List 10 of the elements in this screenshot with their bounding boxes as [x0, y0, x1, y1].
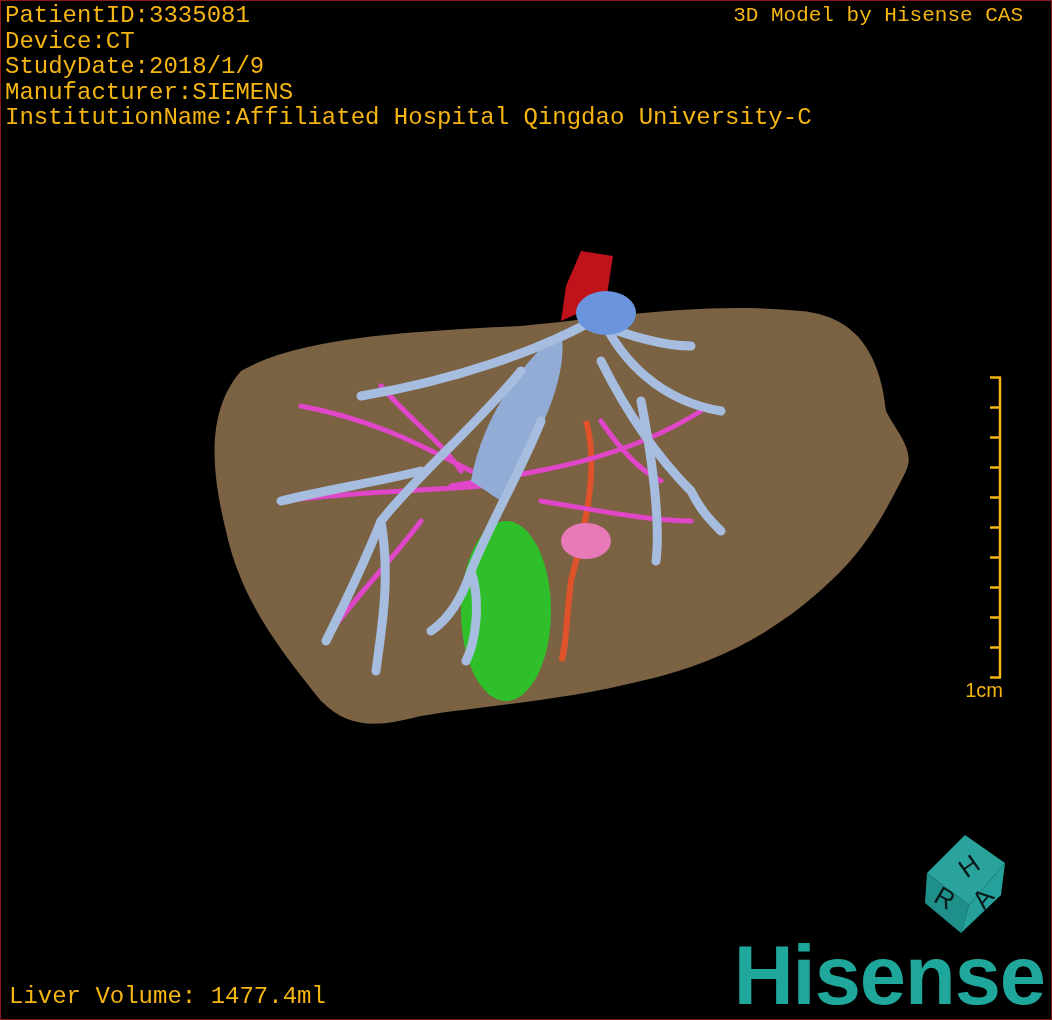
brand-logo: Hisense: [733, 943, 1045, 1009]
liver-volume-label: Liver Volume: 1477.4ml: [9, 983, 326, 1009]
study-info-line: PatientID:3335081: [5, 3, 250, 29]
study-info-line: Manufacturer:SIEMENS: [5, 79, 294, 105]
study-info-line: Device:CT: [5, 28, 135, 54]
study-info-line: InstitutionName:Affiliated Hospital Qingdao University-C: [5, 105, 812, 131]
cube-face-letter: A: [965, 881, 1001, 915]
study-info-line: StudyDate:2018/1/9: [5, 54, 265, 80]
model-title: 3D Model by Hisense CAS: [733, 3, 1023, 29]
scale-label: 1cm: [965, 678, 1003, 701]
